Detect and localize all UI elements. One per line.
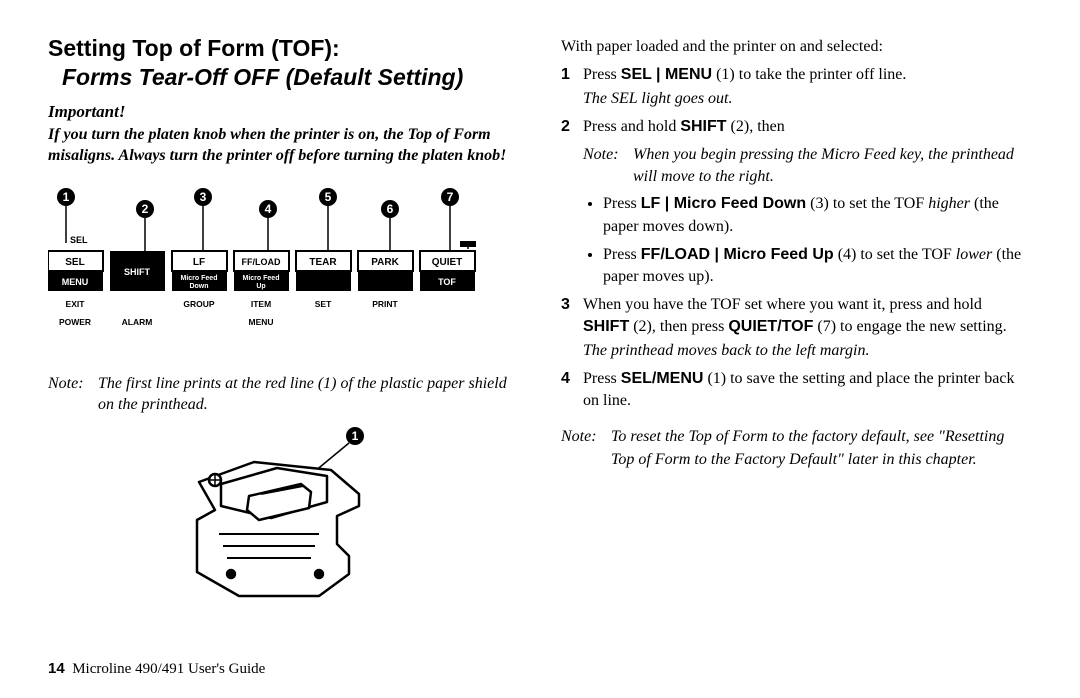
step-2: Press and hold SHIFT (2), then Note: Whe… bbox=[561, 116, 1032, 288]
callout-7: 7 bbox=[447, 190, 454, 204]
svg-text:Down: Down bbox=[189, 283, 208, 290]
svg-text:MENU: MENU bbox=[248, 317, 273, 327]
svg-text:TOF: TOF bbox=[438, 277, 456, 287]
control-panel-diagram: 1 2 3 4 5 6 7 bbox=[48, 183, 519, 363]
svg-text:GROUP: GROUP bbox=[183, 299, 215, 309]
button-7: QUIET TOF bbox=[420, 251, 475, 291]
svg-text:EXIT: EXIT bbox=[66, 299, 86, 309]
svg-text:SEL: SEL bbox=[65, 257, 84, 268]
heading: Setting Top of Form (TOF): Forms Tear-Of… bbox=[48, 34, 519, 92]
callout-6: 6 bbox=[387, 202, 394, 216]
button-3: LF Micro Feed Down bbox=[172, 251, 227, 291]
steps-list: Press SEL | MENU (1) to take the printer… bbox=[561, 64, 1032, 412]
svg-text:TEAR: TEAR bbox=[309, 257, 337, 268]
button-5: TEAR bbox=[296, 251, 351, 291]
svg-text:ITEM: ITEM bbox=[251, 299, 271, 309]
step-4: Press SEL/MENU (1) to save the setting a… bbox=[561, 368, 1032, 412]
final-note: Note: To reset the Top of Form to the fa… bbox=[561, 426, 1032, 471]
svg-text:ALARM: ALARM bbox=[122, 317, 153, 327]
callout-3: 3 bbox=[200, 190, 207, 204]
svg-text:LF: LF bbox=[193, 257, 205, 268]
svg-text:PRINT: PRINT bbox=[372, 299, 398, 309]
step-1: Press SEL | MENU (1) to take the printer… bbox=[561, 64, 1032, 110]
svg-text:QUIET: QUIET bbox=[432, 257, 463, 268]
svg-text:Micro Feed: Micro Feed bbox=[181, 275, 218, 282]
footer: 14 Microline 490/491 User's Guide bbox=[48, 660, 265, 678]
callout-5: 5 bbox=[325, 190, 332, 204]
note-text: The first line prints at the red line (1… bbox=[98, 373, 515, 416]
svg-text:Up: Up bbox=[256, 283, 265, 290]
callout-4: 4 bbox=[265, 202, 272, 216]
svg-text:MENU: MENU bbox=[62, 277, 89, 287]
step-3: When you have the TOF set where you want… bbox=[561, 294, 1032, 362]
bullet-1: Press LF | Micro Feed Down (3) to set th… bbox=[603, 193, 1032, 237]
button-6: PARK bbox=[358, 251, 413, 291]
printer-diagram: 1 bbox=[48, 424, 519, 619]
note-left: Note: The first line prints at the red l… bbox=[48, 373, 519, 416]
heading-main: Setting Top of Form (TOF): bbox=[48, 35, 340, 61]
svg-text:SHIFT: SHIFT bbox=[124, 267, 151, 277]
sel-light-label: SEL bbox=[70, 235, 88, 245]
important-label: Important! bbox=[48, 102, 519, 122]
svg-text:Micro Feed: Micro Feed bbox=[243, 275, 280, 282]
printer-callout-1: 1 bbox=[351, 429, 358, 443]
page-number: 14 bbox=[48, 660, 65, 677]
footer-title: Microline 490/491 User's Guide bbox=[72, 661, 265, 677]
important-body: If you turn the platen knob when the pri… bbox=[48, 124, 519, 167]
button-4: FF/LOAD Micro Feed Up bbox=[234, 251, 289, 291]
note-label: Note: bbox=[48, 373, 94, 395]
callout-1: 1 bbox=[63, 190, 70, 204]
callout-2: 2 bbox=[142, 202, 149, 216]
step-1-result: The SEL light goes out. bbox=[583, 88, 1032, 110]
lead-text: With paper loaded and the printer on and… bbox=[561, 38, 1032, 56]
heading-sub: Forms Tear-Off OFF (Default Setting) bbox=[62, 63, 519, 92]
svg-text:POWER: POWER bbox=[59, 317, 91, 327]
bullet-2: Press FF/LOAD | Micro Feed Up (4) to set… bbox=[603, 244, 1032, 288]
button-1: SEL MENU bbox=[48, 251, 103, 291]
svg-text:FF/LOAD: FF/LOAD bbox=[242, 257, 281, 267]
svg-text:SET: SET bbox=[315, 299, 332, 309]
svg-text:PARK: PARK bbox=[371, 257, 399, 268]
step-3-result: The printhead moves back to the left mar… bbox=[583, 340, 1032, 362]
button-2: SHIFT bbox=[110, 251, 165, 291]
